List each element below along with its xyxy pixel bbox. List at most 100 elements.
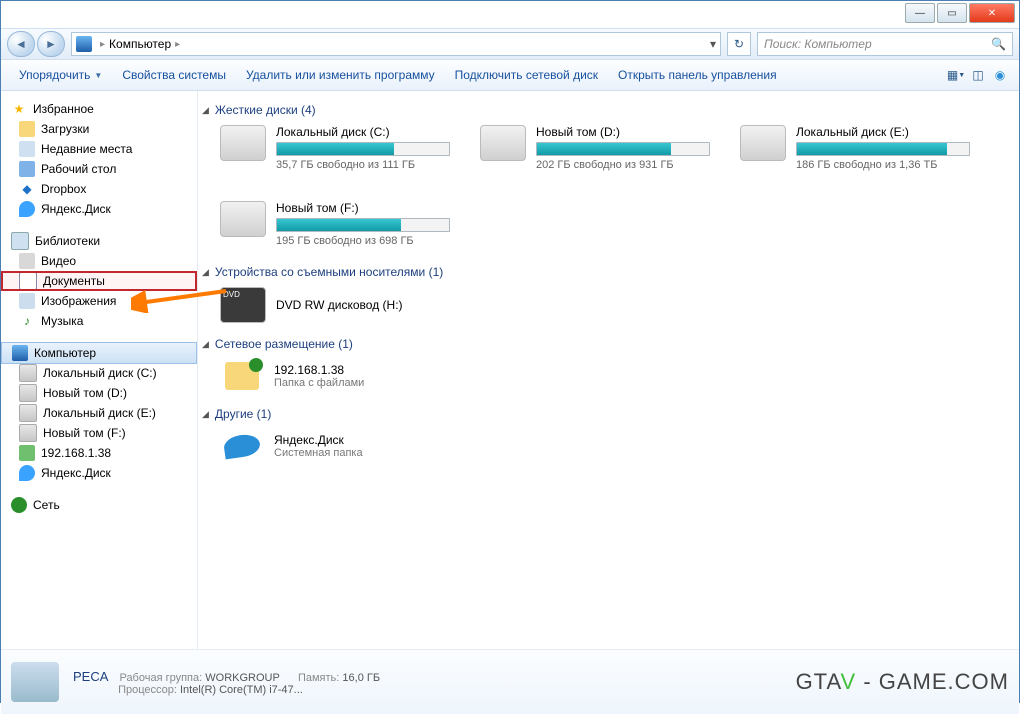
nav-network-location[interactable]: 192.168.1.38 [1, 443, 197, 463]
chevron-right-icon: ▸ [100, 39, 105, 50]
section-network-location[interactable]: ◢Сетевое размещение (1) [202, 333, 1011, 355]
nav-drive-d[interactable]: Новый том (D:) [1, 383, 197, 403]
drive-free-text: 186 ГБ свободно из 1,36 ТБ [796, 159, 970, 171]
nav-dropbox[interactable]: ◆Dropbox [1, 179, 197, 199]
desktop-icon [19, 161, 35, 177]
collapse-icon: ◢ [202, 409, 209, 420]
breadcrumb[interactable]: ▸ Компьютер ▸ ▾ [71, 32, 721, 56]
star-icon: ★ [11, 101, 27, 117]
section-removable[interactable]: ◢Устройства со съемными носителями (1) [202, 261, 1011, 283]
drive-item[interactable]: Локальный диск (E:) 186 ГБ свободно из 1,… [740, 125, 970, 171]
nav-yandex-disk-drive[interactable]: Яндекс.Диск [1, 463, 197, 483]
organize-button[interactable]: Упорядочить▼ [9, 64, 112, 86]
dropbox-icon: ◆ [19, 181, 35, 197]
collapse-icon: ◢ [202, 267, 209, 278]
nav-yandex-disk[interactable]: Яндекс.Диск [1, 199, 197, 219]
drive-icon [19, 364, 37, 382]
network-icon [11, 497, 27, 513]
section-other[interactable]: ◢Другие (1) [202, 403, 1011, 425]
drive-icon [220, 125, 266, 161]
nav-pictures[interactable]: Изображения [1, 291, 197, 311]
chevron-down-icon: ▼ [94, 71, 102, 80]
close-button[interactable]: ✕ [969, 3, 1015, 23]
drive-usage-bar [276, 218, 450, 232]
drive-icon [19, 404, 37, 422]
music-icon: ♪ [19, 313, 35, 329]
drive-item[interactable]: Новый том (D:) 202 ГБ свободно из 931 ГБ [480, 125, 710, 171]
drive-icon [19, 424, 37, 442]
computer-large-icon [11, 662, 59, 702]
nav-documents[interactable]: Документы [1, 271, 197, 291]
drive-usage-bar [796, 142, 970, 156]
drive-free-text: 195 ГБ свободно из 698 ГБ [276, 235, 450, 247]
library-icon [11, 232, 29, 250]
drive-name: Локальный диск (E:) [796, 125, 970, 139]
favorites-header[interactable]: ★Избранное [1, 99, 197, 119]
libraries-header[interactable]: Библиотеки [1, 231, 197, 251]
system-properties-button[interactable]: Свойства системы [112, 64, 236, 86]
navigation-pane: ★Избранное Загрузки Недавние места Рабоч… [1, 91, 198, 649]
computer-header[interactable]: Компьютер [1, 342, 197, 364]
chevron-right-icon: ▸ [175, 39, 180, 50]
refresh-button[interactable]: ↻ [727, 32, 751, 56]
drive-icon [480, 125, 526, 161]
video-icon [19, 253, 35, 269]
breadcrumb-location[interactable]: Компьютер [109, 37, 171, 51]
search-input[interactable]: Поиск: Компьютер 🔍 [757, 32, 1013, 56]
search-icon[interactable]: 🔍 [991, 37, 1006, 51]
view-options-button[interactable]: ▦▼ [945, 64, 967, 86]
folder-icon [19, 121, 35, 137]
collapse-icon: ◢ [202, 339, 209, 350]
network-folder-item[interactable]: 192.168.1.38 Папка с файлами [202, 355, 1011, 397]
network-folder-icon [220, 359, 264, 393]
uninstall-program-button[interactable]: Удалить или изменить программу [236, 64, 445, 86]
drive-item[interactable]: Новый том (F:) 195 ГБ свободно из 698 ГБ [220, 201, 450, 247]
yandex-disk-icon [19, 201, 35, 217]
titlebar: — ▭ ✕ [1, 1, 1019, 28]
details-pane: PECA Рабочая группа: WORKGROUP Память: 1… [1, 649, 1019, 714]
document-icon [19, 272, 37, 290]
computer-icon [76, 36, 92, 52]
nav-drive-e[interactable]: Локальный диск (E:) [1, 403, 197, 423]
drive-name: Новый том (F:) [276, 201, 450, 215]
recent-places-icon [19, 141, 35, 157]
picture-icon [19, 293, 35, 309]
address-bar: ◄ ► ▸ Компьютер ▸ ▾ ↻ Поиск: Компьютер 🔍 [1, 28, 1019, 60]
network-folder-icon [19, 445, 35, 461]
map-network-drive-button[interactable]: Подключить сетевой диск [445, 64, 608, 86]
watermark: GTAV - GAME.COM [796, 669, 1009, 695]
minimize-button[interactable]: — [905, 3, 935, 23]
nav-music[interactable]: ♪Музыка [1, 311, 197, 331]
collapse-icon: ◢ [202, 105, 209, 116]
nav-videos[interactable]: Видео [1, 251, 197, 271]
drive-usage-bar [536, 142, 710, 156]
drive-free-text: 202 ГБ свободно из 931 ГБ [536, 159, 710, 171]
network-header[interactable]: Сеть [1, 495, 197, 515]
yandex-disk-icon [19, 465, 35, 481]
help-button[interactable]: ◉ [989, 64, 1011, 86]
forward-button[interactable]: ► [37, 31, 65, 57]
preview-pane-button[interactable]: ◫ [967, 64, 989, 86]
nav-downloads[interactable]: Загрузки [1, 119, 197, 139]
drive-free-text: 35,7 ГБ свободно из 111 ГБ [276, 159, 450, 171]
nav-drive-c[interactable]: Локальный диск (C:) [1, 363, 197, 383]
section-hard-disks[interactable]: ◢Жесткие диски (4) [202, 99, 1011, 121]
search-placeholder: Поиск: Компьютер [764, 37, 872, 51]
explorer-window: — ▭ ✕ ◄ ► ▸ Компьютер ▸ ▾ ↻ Поиск: Компь… [0, 0, 1020, 703]
yandex-disk-icon [220, 429, 264, 463]
chevron-down-icon[interactable]: ▾ [710, 37, 716, 51]
content-pane: ◢Жесткие диски (4) Локальный диск (C:)35… [198, 91, 1019, 649]
dvd-drive-item[interactable]: DVD RW дисковод (H:) [202, 283, 1011, 327]
back-button[interactable]: ◄ [7, 31, 35, 57]
drive-item[interactable]: Локальный диск (C:)35,7 ГБ свободно из 1… [220, 125, 450, 171]
drive-name: Новый том (D:) [536, 125, 710, 139]
computer-name: PECA [73, 669, 108, 684]
yandex-disk-item[interactable]: Яндекс.Диск Системная папка [202, 425, 1011, 467]
maximize-button[interactable]: ▭ [937, 3, 967, 23]
nav-recent-places[interactable]: Недавние места [1, 139, 197, 159]
dvd-drive-icon [220, 287, 266, 323]
nav-desktop[interactable]: Рабочий стол [1, 159, 197, 179]
control-panel-button[interactable]: Открыть панель управления [608, 64, 787, 86]
computer-icon [12, 345, 28, 361]
nav-drive-f[interactable]: Новый том (F:) [1, 423, 197, 443]
